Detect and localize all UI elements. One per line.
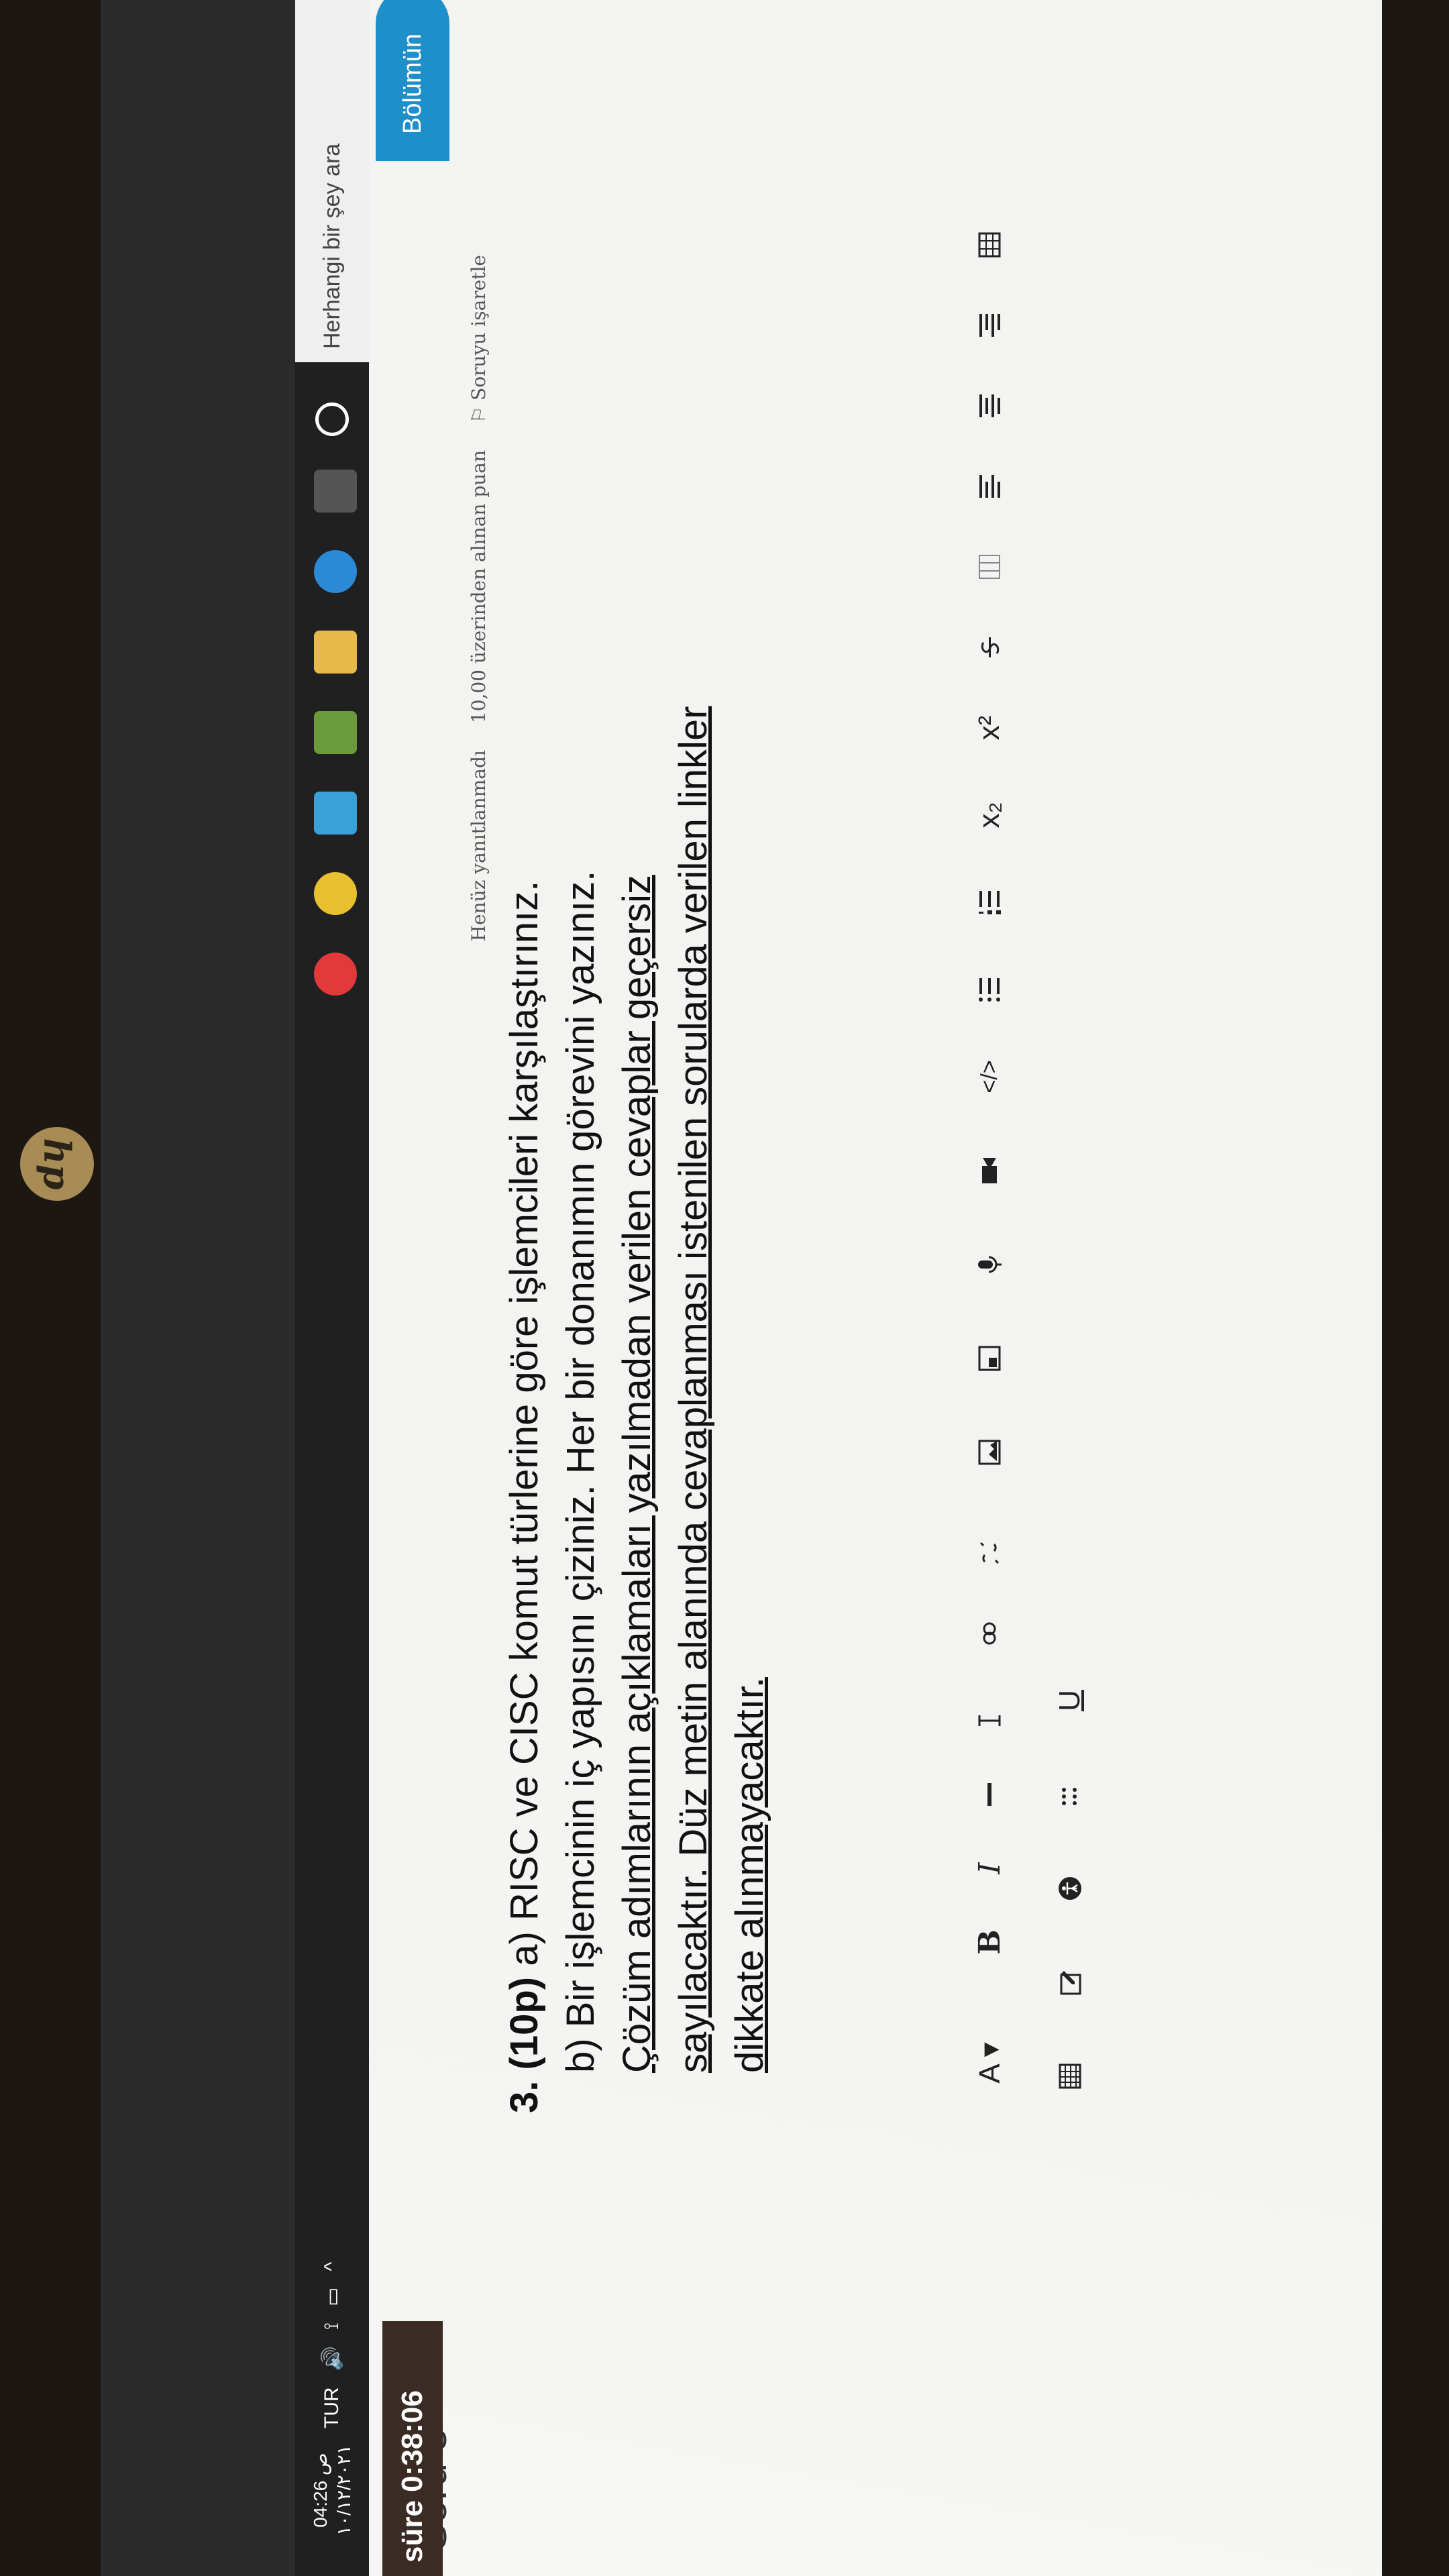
subscript-button[interactable]: x₂ bbox=[966, 792, 1013, 839]
taskbar-strip: Herhangi bir şey ara 04:26 ص ١٠/١٢/٢٠٢١ … bbox=[295, 0, 369, 2576]
system-tray: 04:26 ص ١٠/١٢/٢٠٢١ TUR 🔊 ⟟ ▭ ^ bbox=[309, 2262, 356, 2536]
link-icon[interactable] bbox=[966, 1610, 1013, 1657]
underline-label: U bbox=[1053, 1690, 1086, 1711]
question-note-3: dikkate alınmayacaktır. bbox=[728, 1677, 771, 2073]
chrome-icon[interactable] bbox=[314, 872, 357, 915]
question-note-1: Çözüm adımlarının açıklamaları yazılmada… bbox=[615, 875, 659, 2073]
superscript-label: x² bbox=[973, 715, 1006, 741]
text-cursor-icon[interactable] bbox=[966, 1697, 1013, 1744]
flag-question-label: Soruyu işaretle bbox=[468, 255, 490, 400]
hp-logo-text: hp bbox=[36, 1138, 78, 1190]
clock-date: ١٠/١٢/٢٠٢١ bbox=[333, 2445, 354, 2536]
align-center-icon[interactable] bbox=[966, 382, 1013, 429]
accessibility-icon[interactable] bbox=[1046, 1865, 1093, 1912]
strikethrough-icon[interactable] bbox=[966, 624, 1013, 671]
task-view-icon[interactable] bbox=[314, 470, 357, 513]
question-points-tag: (10p) bbox=[502, 1976, 546, 2070]
video-icon[interactable] bbox=[966, 1147, 1013, 1194]
question-content: 3. (10p) a) RISC ve CISC komut türlerine… bbox=[470, 161, 1342, 2140]
clock-time: 04:26 ص bbox=[310, 2453, 331, 2528]
section-button[interactable]: Bölümün bbox=[376, 0, 449, 161]
image-icon[interactable] bbox=[966, 1429, 1013, 1476]
question-meta: Henüz yanıtlanmadı 10,00 üzerinden alına… bbox=[468, 255, 490, 1395]
cortana-icon[interactable] bbox=[315, 402, 349, 436]
timer-label: süre 0:38:06 bbox=[396, 2390, 429, 2563]
laptop-screen: 3. (10p) a) RISC ve CISC komut türlerine… bbox=[101, 0, 1382, 2576]
question-points: 10,00 üzerinden alınan puan bbox=[468, 449, 490, 724]
tray-expand-icon[interactable]: ^ bbox=[321, 2262, 343, 2271]
font-style-label: A ▾ bbox=[973, 2042, 1006, 2084]
windows-taskbar: Herhangi bir şey ara 04:26 ص ١٠/١٢/٢٠٢١ … bbox=[101, 0, 369, 2576]
italic-label: I bbox=[972, 1862, 1007, 1874]
code-label: </> bbox=[976, 1060, 1002, 1093]
editor-toolbar: A ▾ B I </> x₂ x² U bbox=[953, 168, 1114, 2113]
clock[interactable]: 04:26 ص ١٠/١٢/٢٠٢١ bbox=[309, 2445, 356, 2536]
microphone-icon[interactable] bbox=[966, 1241, 1013, 1288]
italic-button[interactable]: I bbox=[966, 1845, 1013, 1892]
battery-icon[interactable]: ▭ bbox=[321, 2288, 344, 2306]
numbered-list-icon[interactable] bbox=[966, 879, 1013, 926]
question-text: 3. (10p) a) RISC ve CISC komut türlerine… bbox=[496, 168, 778, 2113]
question-note-2: sayılacaktır. Düz metin alanında cevapla… bbox=[672, 706, 715, 2073]
search-placeholder: Herhangi bir şey ara bbox=[319, 143, 345, 349]
taskbar-search-input[interactable]: Herhangi bir şey ara bbox=[295, 0, 369, 362]
flag-question-link[interactable]: ⚐ Soruyu işaretle bbox=[468, 255, 490, 423]
media-icon[interactable] bbox=[966, 1335, 1013, 1382]
quiz-page: 3. (10p) a) RISC ve CISC komut türlerine… bbox=[101, 0, 1382, 2576]
question-number: 3. bbox=[502, 2080, 546, 2113]
font-style-dropdown[interactable]: A ▾ bbox=[966, 2026, 1013, 2100]
table-column-icon[interactable] bbox=[966, 543, 1013, 590]
section-button-label: Bölümün bbox=[398, 34, 427, 134]
unlink-icon[interactable] bbox=[966, 1529, 1013, 1576]
bold-button[interactable]: B bbox=[966, 1919, 1013, 1966]
horizontal-rule-icon[interactable] bbox=[966, 1771, 1013, 1818]
mail-icon[interactable] bbox=[314, 792, 357, 835]
superscript-button[interactable]: x² bbox=[966, 704, 1013, 751]
question-status: Henüz yanıtlanmadı bbox=[468, 750, 490, 942]
question-part-b: b) Bir işlemcinin iç yapısını çiziniz. H… bbox=[559, 870, 602, 2073]
opera-icon[interactable] bbox=[314, 953, 357, 996]
bold-label: B bbox=[972, 1929, 1007, 1955]
store-icon[interactable] bbox=[314, 711, 357, 754]
volume-icon[interactable]: 🔊 bbox=[321, 2346, 344, 2371]
align-left-icon[interactable] bbox=[966, 463, 1013, 510]
hp-logo: hp bbox=[20, 1127, 94, 1201]
wifi-icon[interactable]: ⟟ bbox=[321, 2322, 343, 2330]
language-indicator[interactable]: TUR bbox=[321, 2387, 343, 2428]
subscript-label: x₂ bbox=[973, 802, 1006, 828]
special-characters-icon[interactable] bbox=[1046, 1771, 1093, 1818]
file-explorer-icon[interactable] bbox=[314, 631, 357, 674]
bullet-list-icon[interactable] bbox=[966, 966, 1013, 1013]
table-icon[interactable] bbox=[966, 221, 1013, 268]
question-part-a: a) RISC ve CISC komut türlerine göre işl… bbox=[502, 880, 546, 1966]
timer: süre 0:38:06 bbox=[382, 2321, 443, 2576]
underline-button[interactable]: U bbox=[1046, 1677, 1093, 1724]
align-right-icon[interactable] bbox=[966, 302, 1013, 349]
table-grid-icon[interactable] bbox=[1046, 2053, 1093, 2100]
edit-icon[interactable] bbox=[1046, 1959, 1093, 2006]
edge-icon[interactable] bbox=[314, 550, 357, 593]
code-button[interactable]: </> bbox=[966, 1053, 1013, 1100]
